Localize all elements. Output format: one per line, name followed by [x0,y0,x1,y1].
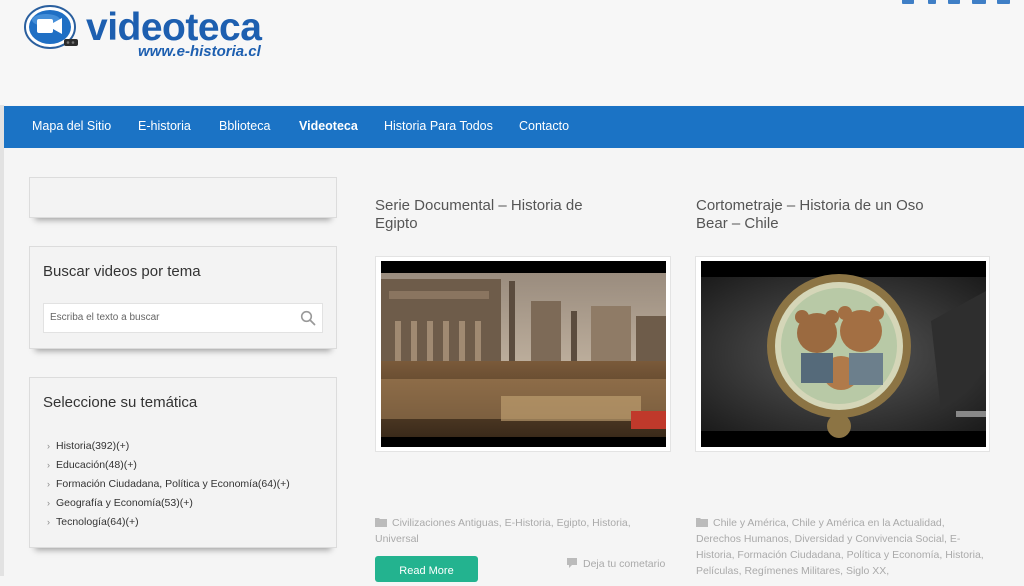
nav-item-historia-para-todos[interactable]: Historia Para Todos [384,119,493,133]
topics-list: › Historia(392)(+) › Educación(48)(+) › For… [47,436,290,531]
post-categories-egipto: Civilizaciones Antiguas, E-Historia, Egi… [375,515,675,547]
chevron-right-icon: › [47,440,50,451]
google-plus-icon[interactable] [928,0,936,4]
topic-label: Geografía y Economía(53)(+) [56,496,193,509]
post-title-egipto[interactable]: Serie Documental – Historia de Egipto [375,197,605,233]
topic-label: Formación Ciudadana, Política y Economía… [56,477,290,490]
post-categories-oso: Chile y América, Chile y América en la A… [696,515,984,579]
topic-label: Historia(392)(+) [56,439,130,452]
topic-label: Tecnología(64)(+) [56,515,139,528]
chevron-right-icon: › [47,497,50,508]
youtube-icon[interactable] [972,0,986,4]
rss-icon[interactable] [997,0,1010,4]
video-camera-icon [24,5,78,49]
topics-widget: Seleccione su temática › Historia(392)(+)… [29,377,337,548]
topic-item-geografia[interactable]: › Geografía y Economía(53)(+) [47,493,290,512]
video-still-image [701,261,986,447]
categories-text[interactable]: Chile y América, Chile y América en la A… [696,517,984,577]
search-input[interactable] [44,304,290,330]
comment-link[interactable]: Deja tu cometario [566,557,665,570]
site-logo[interactable] [24,5,80,56]
search-field [43,303,323,333]
nav-item-videoteca[interactable]: Videoteca [299,119,358,133]
comment-label: Deja tu cometario [583,558,666,570]
search-widget: Buscar videos por tema [29,246,337,349]
topic-item-tecnologia[interactable]: › Tecnología(64)(+) [47,512,290,531]
post-thumbnail-egipto[interactable] [375,256,671,452]
main-nav: Mapa del Sitio E-historia Bblioteca Vide… [4,106,1024,148]
topic-item-educacion[interactable]: › Educación(48)(+) [47,455,290,474]
logo-subtitle: www.e-historia.cl [138,43,261,60]
nav-item-biblioteca[interactable]: Bblioteca [219,119,270,133]
post-thumbnail-oso[interactable] [695,256,990,452]
chevron-right-icon: › [47,478,50,489]
search-widget-title: Buscar videos por tema [43,263,201,280]
chevron-right-icon: › [47,459,50,470]
post-title-oso[interactable]: Cortometraje – Historia de un Oso Bear –… [696,197,946,233]
video-still-image [381,261,666,447]
linkedin-icon[interactable] [902,0,914,4]
topic-item-formacion-ciudadana[interactable]: › Formación Ciudadana, Política y Economí… [47,474,290,493]
folder-icon [375,518,387,527]
chevron-right-icon: › [47,516,50,527]
site-header: videoteca www.e-historia.cl [0,0,1024,105]
topic-label: Educación(48)(+) [56,458,137,471]
search-icon[interactable] [300,310,316,326]
nav-item-contacto[interactable]: Contacto [519,119,569,133]
nav-item-mapa-del-sitio[interactable]: Mapa del Sitio [32,119,111,133]
twitter-icon[interactable] [948,0,960,4]
folder-icon [696,518,708,527]
topics-widget-title: Seleccione su temática [43,394,198,411]
sidebar-empty-widget [29,177,337,218]
categories-text[interactable]: Civilizaciones Antiguas, E-Historia, Egi… [375,517,631,545]
comment-icon [567,558,577,568]
topic-item-historia[interactable]: › Historia(392)(+) [47,436,290,455]
read-more-button[interactable]: Read More [375,556,478,582]
nav-item-e-historia[interactable]: E-historia [138,119,191,133]
